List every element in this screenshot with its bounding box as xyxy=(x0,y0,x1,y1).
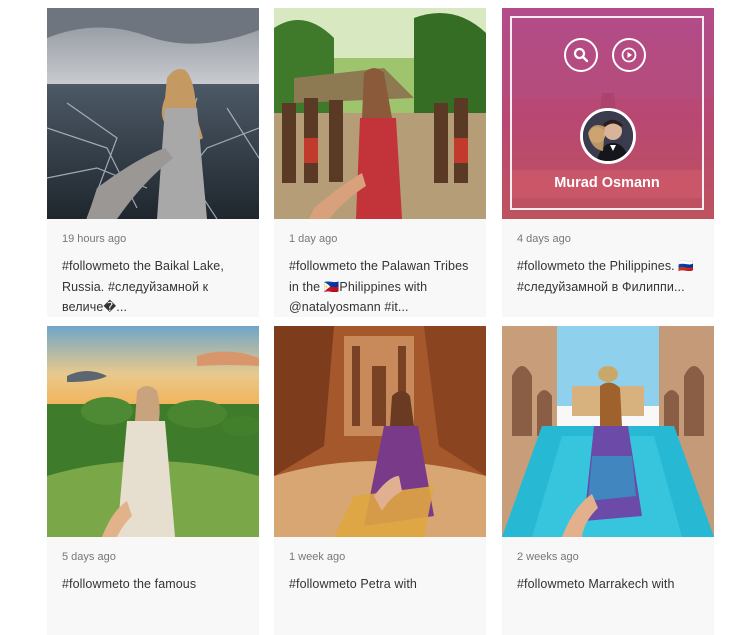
search-icon xyxy=(573,47,589,63)
post-time: 4 days ago xyxy=(517,233,571,245)
post-time: 19 hours ago xyxy=(62,233,127,245)
post-caption[interactable]: #followmeto Marrakech with xyxy=(517,574,700,595)
post-caption[interactable]: #followmeto the Palawan Tribes in the 🇵🇭… xyxy=(289,256,472,317)
overlay-username[interactable]: Murad Osmann xyxy=(512,170,702,198)
post-card: Murad Osmann 4 days ago #followmeto the … xyxy=(502,8,714,317)
post-time: 1 week ago xyxy=(289,551,346,563)
post-photo-marrakech[interactable] xyxy=(502,326,714,537)
post-caption[interactable]: #followmeto the Philippines. 🇷🇺#следуйза… xyxy=(517,256,700,297)
post-caption[interactable]: #followmeto Petra with xyxy=(289,574,472,595)
play-icon xyxy=(621,47,637,63)
post-card: 1 week ago #followmeto Petra with xyxy=(274,326,486,635)
post-card: 19 hours ago #followmeto the Baikal Lake… xyxy=(47,8,259,317)
post-card: 5 days ago #followmeto the famous xyxy=(47,326,259,635)
post-card: 2 weeks ago #followmeto Marrakech with xyxy=(502,326,714,635)
avatar[interactable] xyxy=(580,108,636,164)
post-time: 2 weeks ago xyxy=(517,551,579,563)
post-card: 1 day ago #followmeto the Palawan Tribes… xyxy=(274,8,486,317)
play-button[interactable] xyxy=(612,38,646,72)
post-caption[interactable]: #followmeto the famous xyxy=(62,574,245,595)
post-time: 1 day ago xyxy=(289,233,338,245)
post-photo-petra[interactable] xyxy=(274,326,486,537)
post-time: 5 days ago xyxy=(62,551,116,563)
post-photo-philippines[interactable]: Murad Osmann xyxy=(502,8,714,219)
search-button[interactable] xyxy=(564,38,598,72)
post-photo-palawan[interactable] xyxy=(274,8,486,219)
post-photo-hills[interactable] xyxy=(47,326,259,537)
post-photo-baikal[interactable] xyxy=(47,8,259,219)
post-caption[interactable]: #followmeto the Baikal Lake, Russia. #сл… xyxy=(62,256,245,317)
